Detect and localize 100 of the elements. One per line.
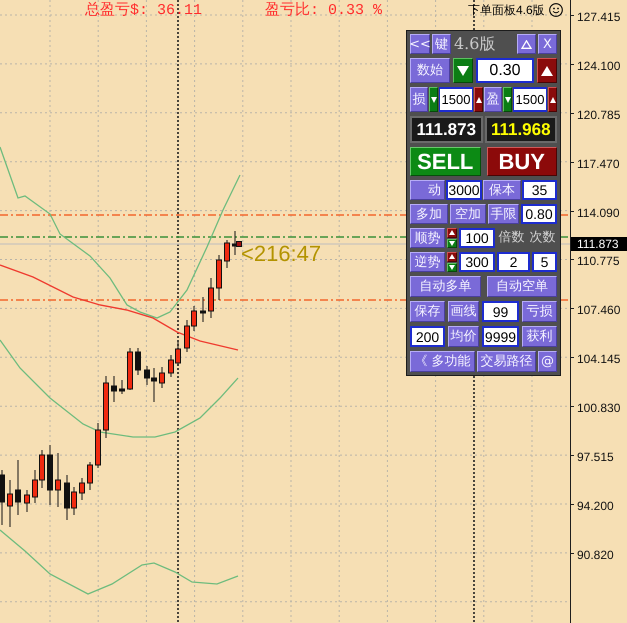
candle [0,470,5,526]
panel-button[interactable]: 保本 [483,180,521,200]
input-field[interactable]: 5 [532,252,557,272]
input-field[interactable]: 99 [482,301,519,322]
smiley-icon [548,3,563,17]
down-triangle-icon [457,66,469,76]
panel-button[interactable]: 保存 [410,301,445,322]
axis-label: 100.830 [577,401,620,416]
panel-button[interactable]: 动 [410,180,445,200]
panel-label: 次数 [530,230,556,246]
panel-label: 倍数 [498,230,524,246]
panel-button[interactable]: 均价 [448,326,479,347]
panel-button[interactable]: << [410,34,430,54]
axis-label: 97.515 [577,450,614,464]
profit-text: 盈亏比: 0.33 % [265,2,382,20]
candle [119,380,125,394]
panel-button[interactable]: 自动空单 [486,276,557,297]
candle [208,278,214,318]
panel-button[interactable]: 画线 [448,301,479,322]
axis-label: 124.100 [577,58,620,73]
candle [87,462,93,490]
price-tag: 111.873 [571,237,627,251]
increase-button[interactable] [537,58,557,83]
candle [159,366,165,388]
increase-button[interactable] [447,252,457,262]
up-triangle-icon [449,254,455,260]
up-triangle-icon [541,66,553,76]
decrease-button[interactable] [447,238,457,248]
up-triangle-icon [449,230,455,236]
decrease-button[interactable] [429,87,438,112]
panel-button[interactable]: @ [538,351,557,372]
profit-text: 总盈亏$: 36.11 [85,2,202,20]
decrease-button[interactable] [503,87,512,112]
candle [7,480,13,528]
panel-button[interactable]: 获利 [522,326,557,347]
axis-label: 120.785 [577,108,620,122]
axis-label: 114.090 [577,206,620,220]
axis-label: 110.775 [577,254,620,268]
up-triangle-icon [550,96,556,102]
input-field[interactable]: 1500 [439,87,473,112]
input-field[interactable]: 300 [459,252,495,272]
increase-button[interactable] [447,228,457,238]
panel-button[interactable]: 键 [432,34,451,54]
input-field[interactable]: 9999 [482,326,519,347]
candle [111,376,117,402]
candle [55,452,61,508]
panel-button[interactable]: 亏损 [522,301,557,322]
candle [200,296,206,322]
panel-button[interactable]: 手限 [488,204,519,224]
panel-button[interactable]: 数始 [410,58,450,83]
input-field[interactable]: 2 [497,252,530,272]
input-field[interactable]: 200 [410,326,445,347]
axis-label: 104.145 [577,352,620,366]
panel-button[interactable]: 逆势 [410,252,445,272]
panel-button[interactable]: 自动多单 [410,276,480,297]
increase-button[interactable] [474,87,483,112]
input-field[interactable]: 35 [522,180,557,200]
chart-label: <216:47 [241,242,322,266]
panel-button[interactable]: 《 多功能 [410,351,475,372]
decrease-button[interactable] [447,262,457,272]
sell-button[interactable]: SELL [410,147,480,176]
price-display: 111.873 [410,116,482,143]
axis-label: 107.460 [577,303,620,318]
price-display: 111.968 [484,116,557,143]
candle [103,376,109,438]
panel-title: 4.6版 [453,34,496,54]
input-field[interactable]: 1500 [513,87,547,112]
down-triangle-icon [504,96,510,102]
panel-button[interactable]: 空加 [450,204,486,224]
candle [95,422,101,468]
decrease-button[interactable] [453,58,473,83]
down-triangle-icon [430,96,436,102]
buy-button[interactable]: BUY [486,147,557,176]
input-field[interactable]: 100 [459,228,495,248]
axis-label: 94.200 [577,498,614,513]
input-field[interactable]: 3000 [446,180,482,200]
candle [24,490,30,512]
panel-button[interactable]: 损 [410,87,428,112]
axis-label: 127.415 [577,10,620,24]
candle [79,478,85,500]
down-triangle-icon [449,240,455,246]
panel-caption: 下单面板4.6版 [468,3,545,17]
candle [224,240,230,268]
candle [47,444,53,506]
panel-button[interactable]: 盈 [484,87,502,112]
triangle-icon [521,40,532,48]
input-field[interactable]: 0.80 [521,204,557,224]
candle [216,254,222,300]
axis-label: 117.470 [577,156,620,171]
down-triangle-icon [449,264,455,270]
close-button[interactable]: X [538,34,557,54]
candle [127,348,133,390]
up-triangle-icon [476,96,482,102]
increase-button[interactable] [548,87,557,112]
panel-button[interactable]: 多加 [410,204,448,224]
minimize-button[interactable] [517,34,536,54]
panel-button[interactable]: 交易路径 [477,351,536,372]
input-field[interactable]: 0.30 [476,58,534,83]
candle [15,460,21,516]
panel-button[interactable]: 顺势 [410,228,445,248]
